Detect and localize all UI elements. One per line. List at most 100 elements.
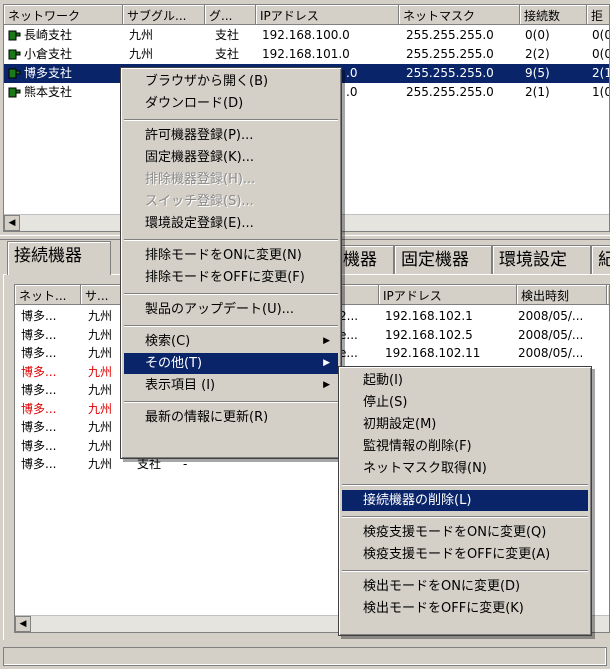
submenu-item[interactable]: 検出モードをONに変更(D) — [342, 576, 588, 597]
col-group[interactable]: グ... — [205, 5, 256, 25]
menu-item-label: 固定機器登録(K)... — [145, 150, 255, 165]
menu-item-label: 排除機器登録(H)... — [145, 172, 256, 187]
submenu-item[interactable]: 検疫支援モードをONに変更(Q) — [342, 522, 588, 543]
device-subgroup: 九州 — [88, 346, 113, 360]
context-menu-item: スイッチ登録(S)... — [124, 191, 338, 212]
tab-connected-devices[interactable]: 接続機器 — [7, 241, 111, 275]
menu-item-label: 検索(C) — [145, 334, 191, 349]
col-netmask[interactable]: ネットマスク — [399, 5, 520, 25]
rejected: 2(1 — [592, 66, 610, 80]
submenu-item[interactable]: ネットマスク取得(N) — [342, 458, 588, 479]
menu-item-label: 検出モードをOFFに変更(K) — [363, 601, 524, 616]
tab-environment-settings[interactable]: 環境設定 — [492, 245, 591, 275]
menu-item-label: 排除モードをONに変更(N) — [145, 248, 302, 263]
col-ip-address[interactable]: IPアドレス — [256, 5, 399, 25]
menu-item-label: 検出モードをONに変更(D) — [363, 579, 521, 594]
context-menu-item[interactable]: ブラウザから開く(B) — [124, 71, 338, 92]
network-node-icon — [8, 49, 21, 60]
scroll-left-icon[interactable]: ◀ — [4, 215, 20, 231]
menu-separator — [124, 293, 338, 295]
menu-item-label: 検疫支援モードをOFFに変更(A) — [363, 547, 551, 562]
netmask: 255.255.255.0 — [406, 47, 494, 61]
menu-item-label: 検疫支援モードをONに変更(Q) — [363, 525, 547, 540]
menu-separator — [342, 570, 588, 572]
group: 支社 — [215, 28, 240, 42]
menu-separator — [124, 239, 338, 241]
menu-item-label: 製品のアップデート(U)... — [145, 302, 295, 317]
tab-fixed-devices[interactable]: 固定機器 — [394, 245, 492, 275]
context-menu-item[interactable]: その他(T) ▶ — [124, 353, 338, 374]
menu-item-label: その他(T) — [145, 356, 203, 371]
scroll-left-icon[interactable]: ◀ — [15, 616, 31, 632]
menu-separator — [342, 516, 588, 518]
col-subgroup[interactable]: サブグル... — [123, 5, 205, 25]
col-ip-address[interactable]: IPアドレス — [379, 285, 517, 305]
submenu-item[interactable]: 起動(I) — [342, 370, 588, 391]
menu-separator — [124, 401, 338, 403]
network-node-icon — [8, 68, 21, 79]
device-subgroup: 九州 — [88, 438, 113, 453]
menu-item-label: 最新の情報に更新(R) — [145, 410, 269, 425]
context-menu-item[interactable]: 表示項目 (I) ▶ — [124, 375, 338, 396]
device-subgroup: 九州 — [88, 309, 113, 323]
submenu-item[interactable]: 停止(S) — [342, 392, 588, 413]
device-ip-address: 192.168.102.11 — [385, 346, 481, 360]
device-ip-address: 192.168.102.1 — [385, 309, 473, 323]
device-network: 博多... — [21, 438, 57, 453]
connections: 9(5) — [525, 66, 550, 80]
context-menu-item[interactable]: 許可機器登録(P)... — [124, 125, 338, 146]
network-node-icon — [8, 87, 21, 98]
device-detected-time: 2008/05/... — [518, 327, 584, 342]
netmask: 255.255.255.0 — [406, 28, 494, 42]
group: 支社 — [215, 47, 240, 61]
netmask: 255.255.255.0 — [406, 85, 494, 99]
col-connections[interactable]: 接続数 — [520, 5, 587, 25]
device-subgroup: 九州 — [88, 457, 113, 471]
netmask: 255.255.255.0 — [406, 66, 494, 80]
context-menu-item[interactable]: 固定機器登録(K)... — [124, 147, 338, 168]
context-menu-item[interactable]: 検索(C) ▶ — [124, 331, 338, 352]
submenu-item[interactable]: 検出モードをOFFに変更(K) — [342, 598, 588, 619]
menu-item-label: 表示項目 (I) — [145, 378, 216, 393]
col-network[interactable]: ネット... — [15, 285, 81, 305]
network-row[interactable]: 小倉支社 九州 支社 192.168.101.0 255.255.255.0 2… — [4, 45, 609, 64]
device-network: 博多... — [21, 346, 57, 360]
context-menu-item[interactable]: 排除モードをOFFに変更(F) — [124, 267, 338, 288]
context-menu-item[interactable]: 排除モードをONに変更(N) — [124, 245, 338, 266]
network-row[interactable]: 長崎支社 九州 支社 192.168.100.0 255.255.255.0 0… — [4, 26, 609, 45]
col-detected-time[interactable]: 検出時刻 — [517, 285, 607, 305]
context-menu-item[interactable]: 製品のアップデート(U)... — [124, 299, 338, 320]
device-subgroup: 九州 — [88, 327, 113, 342]
col-subgroup[interactable]: サ... — [81, 285, 121, 305]
menu-separator — [342, 484, 588, 486]
context-menu-item[interactable]: 環境設定登録(E)... — [124, 213, 338, 234]
menu-separator — [124, 325, 338, 327]
ip-address: 192.168.101.0 — [262, 47, 350, 61]
rejected: 0(0 — [592, 47, 610, 61]
device-network: 博多... — [21, 420, 57, 434]
menu-item-label: 停止(S) — [363, 395, 408, 410]
device-network: 博多... — [21, 401, 57, 416]
device-network: 博多... — [21, 309, 57, 323]
col-rejected[interactable]: 拒 — [587, 5, 609, 25]
menu-item-label: ネットマスク取得(N) — [363, 461, 487, 476]
ip-address: .0 — [346, 85, 358, 99]
context-menu-item: 排除機器登録(H)... — [124, 169, 338, 190]
status-pane — [3, 647, 607, 666]
network-list-header: ネットワーク サブグル... グ... IPアドレス ネットマスク 接続数 拒 — [4, 5, 609, 25]
submenu-item[interactable]: 初期設定(M) — [342, 414, 588, 435]
connections: 2(1) — [525, 85, 550, 99]
ip-address: 192.168.100.0 — [262, 28, 350, 42]
menu-item-label: 初期設定(M) — [363, 417, 437, 432]
device-subgroup: 九州 — [88, 383, 113, 397]
col-network[interactable]: ネットワーク — [4, 5, 123, 25]
submenu-item[interactable]: 検疫支援モードをOFFに変更(A) — [342, 544, 588, 565]
menu-item-label: 環境設定登録(E)... — [145, 216, 254, 231]
context-menu-item[interactable]: ダウンロード(D) — [124, 93, 338, 114]
device-subgroup: 九州 — [88, 420, 113, 434]
submenu-item[interactable]: 監視情報の削除(F) — [342, 436, 588, 457]
submenu-item[interactable]: 接続機器の削除(L) — [342, 490, 588, 511]
submenu-arrow-icon: ▶ — [323, 380, 330, 390]
context-menu-item[interactable]: 最新の情報に更新(R) — [124, 407, 338, 428]
tab-log[interactable]: 紀 — [591, 245, 610, 275]
